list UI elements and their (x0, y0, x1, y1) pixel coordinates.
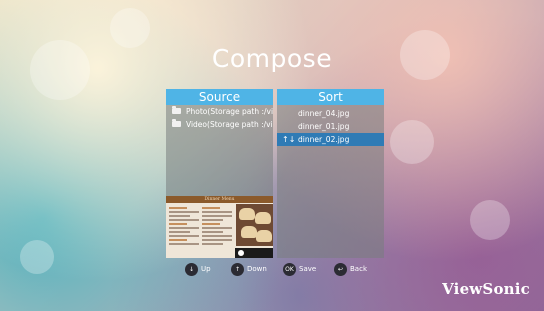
sort-item-label: dinner_04.jpg (298, 109, 350, 118)
menu-header-text: Dinner Menu (204, 197, 235, 202)
compose-screen: Compose Source Photo(Storage path :/vie … (0, 0, 544, 311)
up-control[interactable]: ↓ Up (185, 262, 211, 276)
save-label: Save (299, 265, 317, 273)
reorder-arrows-icon: ↑↓ (282, 135, 296, 144)
remote-controls-bar: ↓ Up ↑ Down OK Save ↩ Back (0, 262, 544, 276)
ok-button-icon: OK (283, 262, 296, 276)
background-bokeh (390, 120, 434, 164)
source-panel-header: Source (166, 89, 273, 105)
menu-column (202, 205, 232, 249)
source-list: Photo(Storage path :/vie Video(Storage p… (166, 105, 273, 191)
sort-item[interactable]: dinner_04.jpg (277, 107, 384, 120)
page-title: Compose (211, 44, 333, 73)
sort-item-label: dinner_01.jpg (298, 122, 350, 131)
down-label: Down (247, 265, 267, 273)
source-item-label: Video(Storage path :/vie (186, 120, 273, 129)
brand-logo: ViewSonic (442, 280, 530, 298)
source-panel: Source Photo(Storage path :/vie Video(St… (166, 89, 273, 258)
folder-icon (172, 119, 181, 127)
down-arrow-icon: ↓ (185, 262, 198, 276)
sort-panel: Sort dinner_04.jpg dinner_01.jpg ↑↓ dinn… (277, 89, 384, 258)
sort-item[interactable]: dinner_01.jpg (277, 120, 384, 133)
back-control[interactable]: ↩ Back (334, 262, 367, 276)
sort-item-label: dinner_02.jpg (298, 135, 350, 144)
save-control[interactable]: OK Save (283, 262, 316, 276)
source-item-video[interactable]: Video(Storage path :/vie (166, 118, 273, 131)
sort-item-selected[interactable]: ↑↓ dinner_02.jpg (277, 133, 384, 146)
menu-column (169, 205, 199, 249)
source-item-photo[interactable]: Photo(Storage path :/vie (166, 105, 273, 118)
menu-footer (235, 248, 273, 258)
menu-header: Dinner Menu (166, 196, 273, 203)
background-bokeh (470, 200, 510, 240)
up-label: Up (201, 265, 211, 273)
source-item-label: Photo(Storage path :/vie (186, 107, 273, 116)
up-arrow-icon: ↑ (231, 262, 244, 276)
back-icon: ↩ (334, 262, 347, 276)
back-label: Back (350, 265, 367, 273)
food-photo (236, 204, 273, 246)
down-control[interactable]: ↑ Down (231, 262, 267, 276)
sort-panel-header: Sort (277, 89, 384, 105)
background-bokeh (110, 8, 150, 48)
folder-icon (172, 106, 181, 114)
image-preview: Dinner Menu (166, 196, 273, 258)
